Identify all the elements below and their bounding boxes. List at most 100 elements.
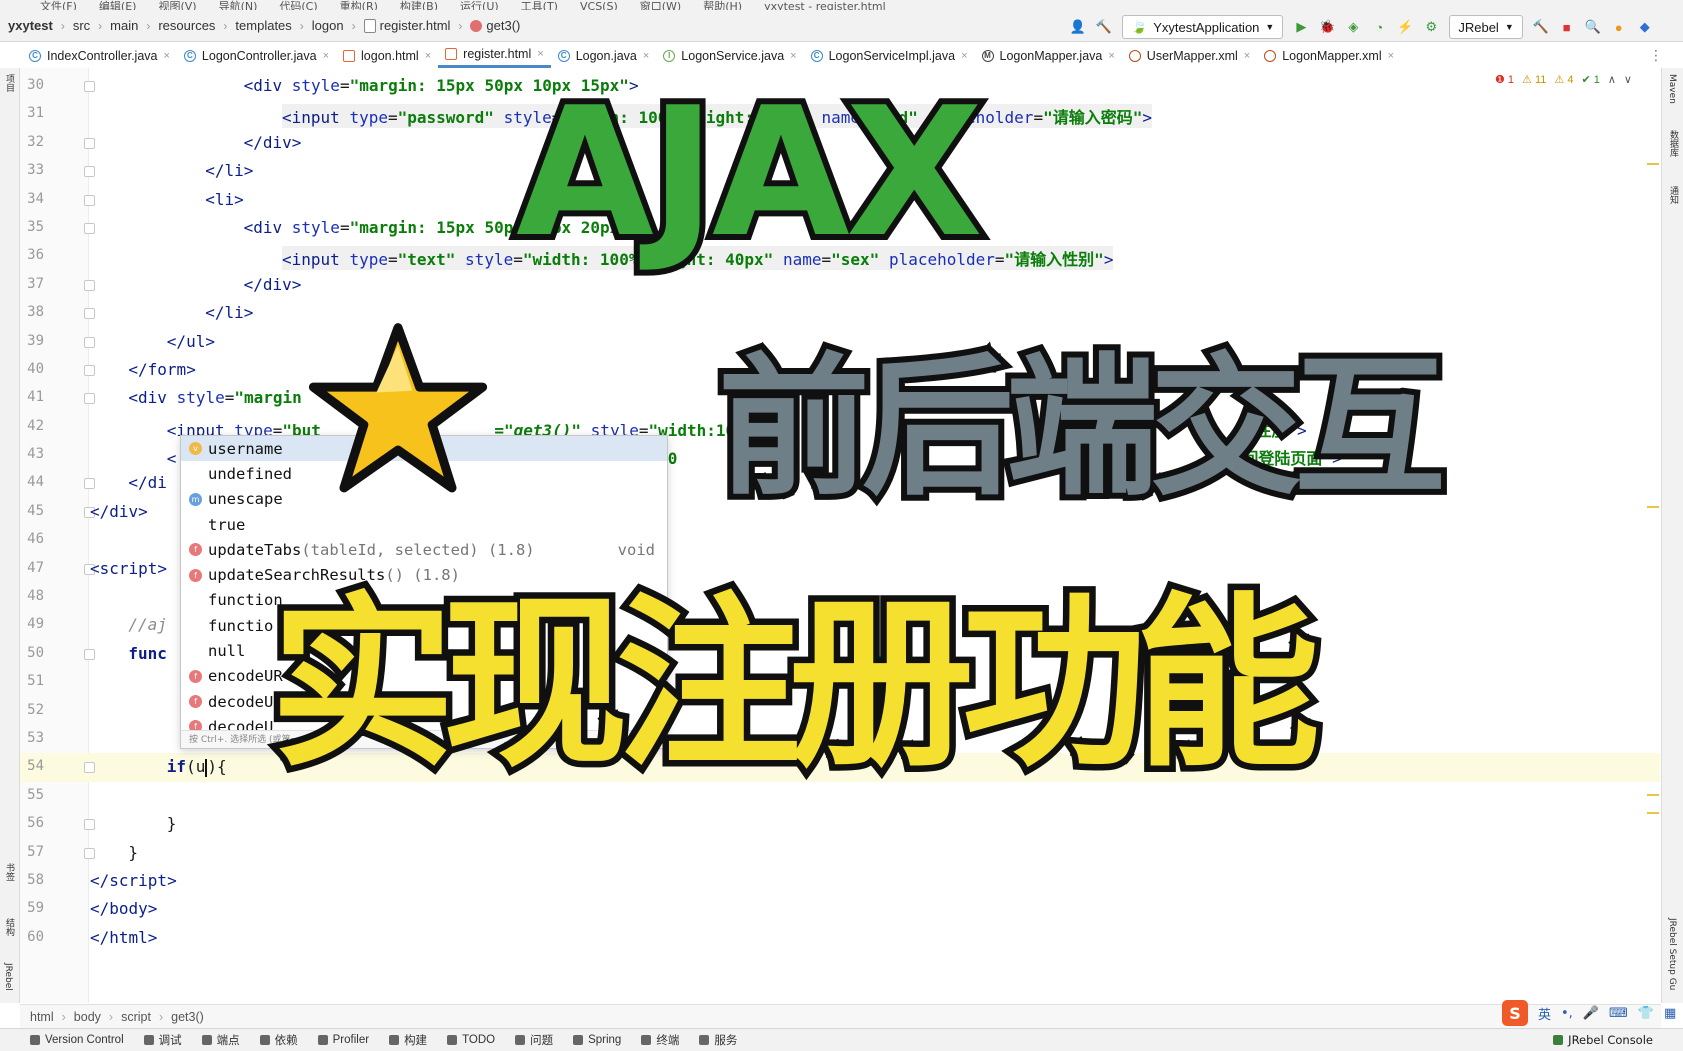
hammer-disabled-icon[interactable]: 🔨 (1533, 19, 1549, 35)
close-icon[interactable]: × (1108, 50, 1114, 62)
menu-item[interactable]: 代码(C) (279, 0, 317, 10)
close-icon[interactable]: × (1244, 50, 1250, 62)
tool-window-button[interactable]: Profiler (317, 1034, 369, 1046)
scrollbar-marker[interactable] (1647, 812, 1659, 814)
jrebel-dropdown[interactable]: JRebel ▼ (1449, 15, 1523, 39)
toolbox-icon[interactable]: ▦ (1664, 1006, 1676, 1021)
structure-crumb[interactable]: get3() (171, 1010, 204, 1024)
sogou-logo-icon[interactable]: S (1502, 1000, 1528, 1026)
structure-tool-button[interactable]: 结构 (3, 918, 16, 936)
tab-indexcontroller-java[interactable]: C IndexController.java × (22, 43, 177, 68)
fold-marker-icon[interactable] (84, 222, 95, 234)
close-icon[interactable]: × (537, 48, 543, 60)
fold-marker-icon[interactable] (84, 819, 95, 831)
fold-marker-icon[interactable] (84, 336, 95, 348)
fold-marker-icon[interactable] (84, 194, 95, 206)
menu-item[interactable]: 构建(B) (400, 0, 438, 10)
tool-window-button[interactable]: 服务 (699, 1032, 737, 1048)
fold-marker-icon[interactable] (84, 279, 95, 291)
menu-item[interactable]: 导航(N) (219, 0, 258, 10)
fold-marker-icon[interactable] (84, 166, 95, 178)
menu-item[interactable]: 视图(V) (158, 0, 196, 10)
jrebel-setup-tool-button[interactable]: JRebel Setup Gu (1667, 918, 1677, 990)
ime-language-toggle[interactable]: 英 (1538, 1004, 1551, 1023)
bookmarks-tool-button[interactable]: 书签 (3, 863, 16, 881)
tool-window-button[interactable]: 终端 (641, 1032, 679, 1048)
tab-logoncontroller-java[interactable]: C LogonController.java × (177, 43, 336, 68)
code-line[interactable]: 60 </html> (20, 924, 1660, 952)
scrollbar-marker[interactable] (1647, 506, 1659, 508)
fold-marker-icon[interactable] (84, 137, 95, 149)
jrebel-tool-button[interactable]: JRebel (3, 963, 13, 991)
coverage-icon[interactable]: ◈ (1345, 19, 1361, 35)
update-icon[interactable]: ● (1611, 19, 1627, 35)
code-line[interactable]: 59 </body> (20, 895, 1660, 923)
tool-window-button[interactable]: 调试 (143, 1032, 182, 1048)
menu-item[interactable]: 运行(U) (460, 0, 499, 10)
menu-item[interactable]: yxytest - register.html (764, 0, 886, 10)
tool-window-button[interactable]: 依赖 (259, 1032, 298, 1048)
menu-item[interactable]: 编辑(E) (99, 0, 137, 10)
jrebel-debug-icon[interactable]: ⚙ (1423, 19, 1439, 35)
close-icon[interactable]: × (1388, 50, 1394, 62)
jrebel-run-icon[interactable]: ⚡ (1397, 19, 1413, 35)
tab-usermapper-xml[interactable]: UserMapper.xml × (1122, 43, 1257, 68)
user-icon[interactable]: 👤 (1070, 19, 1086, 35)
build-hammer-icon[interactable]: 🔨 (1096, 19, 1112, 35)
breadcrumb-function[interactable]: get3() (470, 18, 520, 33)
project-tool-button[interactable]: 项目 (3, 74, 16, 92)
menu-item[interactable]: VCS(S) (580, 0, 618, 10)
scrollbar-marker[interactable] (1647, 794, 1659, 796)
close-icon[interactable]: × (425, 50, 431, 62)
maven-tool-button[interactable]: Maven (1667, 74, 1677, 104)
close-icon[interactable]: × (643, 50, 649, 62)
fold-marker-icon[interactable] (84, 762, 95, 774)
fold-marker-icon[interactable] (84, 478, 95, 490)
tab-logonmapper-java[interactable]: M LogonMapper.java × (975, 43, 1122, 68)
menu-item[interactable]: 帮助(H) (703, 0, 742, 10)
menu-item[interactable]: 窗口(W) (640, 0, 681, 10)
jetbrains-logo-icon[interactable]: ◆ (1637, 19, 1653, 35)
tab-register-html[interactable]: register.html × (438, 43, 551, 68)
structure-crumb[interactable]: html (30, 1010, 54, 1024)
tab-logonserviceimpl-java[interactable]: C LogonServiceImpl.java × (804, 43, 975, 68)
code-line[interactable]: 38 </li> (20, 299, 1660, 327)
tool-window-button[interactable]: 构建 (389, 1032, 427, 1048)
breadcrumb-project[interactable]: yxytest (8, 18, 53, 33)
tool-window-button[interactable]: TODO (447, 1034, 495, 1046)
close-icon[interactable]: × (790, 50, 796, 62)
scrollbar-marker[interactable] (1647, 163, 1659, 165)
menu-item[interactable]: 文件(F) (40, 0, 77, 10)
code-line[interactable]: 57} (20, 839, 1660, 867)
database-tool-button[interactable]: 数据库 (1667, 130, 1680, 157)
chevron-up-icon[interactable]: ∧ (1608, 73, 1616, 86)
structure-crumb[interactable]: body (74, 1010, 101, 1024)
breadcrumb-src[interactable]: src (73, 18, 90, 33)
stop-icon[interactable]: ■ (1559, 19, 1575, 35)
close-icon[interactable]: × (961, 50, 967, 62)
debug-icon[interactable]: 🐞 (1319, 19, 1335, 35)
tab-logonservice-java[interactable]: I LogonService.java × (656, 43, 803, 68)
structure-crumb[interactable]: script (121, 1010, 151, 1024)
fold-marker-icon[interactable] (84, 364, 95, 376)
breadcrumb-templates[interactable]: templates (235, 18, 291, 33)
code-line[interactable]: 58 </script> (20, 867, 1660, 895)
tool-window-button[interactable]: Version Control (30, 1034, 124, 1046)
menu-item[interactable]: 重构(R) (340, 0, 378, 10)
profile-icon[interactable]: ◔ (1371, 19, 1387, 35)
fold-marker-icon[interactable] (84, 847, 95, 859)
close-icon[interactable]: × (163, 50, 169, 62)
close-icon[interactable]: × (323, 50, 329, 62)
code-line[interactable]: 56} (20, 810, 1660, 838)
completion-item[interactable]: f updateTabs (tableId, selected) (1.8) void (181, 537, 667, 562)
more-vertical-icon[interactable]: ⋮ (1649, 48, 1663, 64)
punctuation-icon[interactable]: •, (1561, 1006, 1573, 1021)
microphone-icon[interactable]: 🎤 (1583, 1006, 1599, 1021)
fold-marker-icon[interactable] (84, 81, 95, 92)
fold-marker-icon[interactable] (84, 393, 95, 405)
menu-item[interactable]: 工具(T) (521, 0, 558, 10)
breadcrumb-logon[interactable]: logon (312, 18, 344, 33)
tab-logon-html[interactable]: logon.html × (336, 43, 438, 68)
breadcrumb-file[interactable]: register.html (363, 18, 450, 33)
run-icon[interactable]: ▶ (1293, 19, 1309, 35)
